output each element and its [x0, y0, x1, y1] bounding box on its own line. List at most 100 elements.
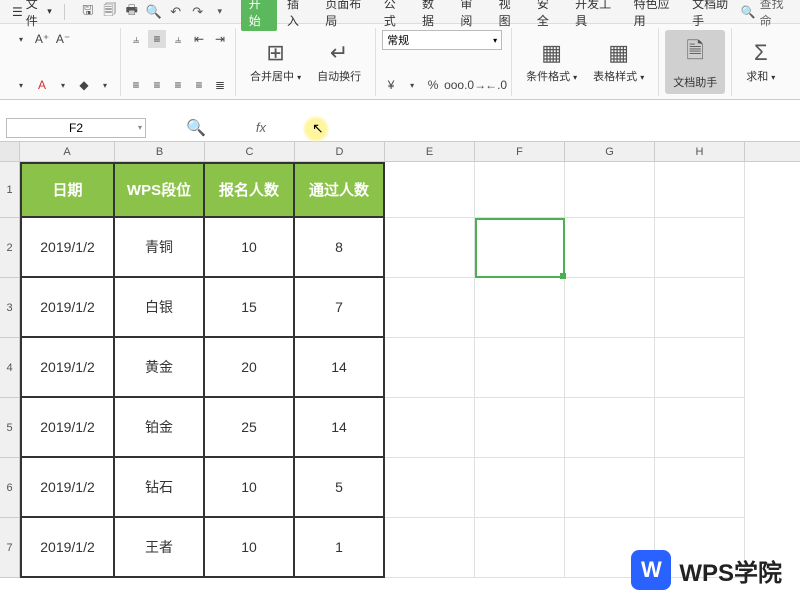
tab-page-layout[interactable]: 页面布局	[317, 0, 374, 31]
cell-pass[interactable]: 14	[295, 398, 385, 458]
cells-area[interactable]: 日期 WPS段位 报名人数 通过人数 2019/1/2 青铜 10 8	[20, 162, 745, 578]
cell-date[interactable]: 2019/1/2	[20, 278, 115, 338]
cell[interactable]	[475, 278, 565, 338]
tab-review[interactable]: 审阅	[452, 0, 488, 31]
cell-pass[interactable]: 7	[295, 278, 385, 338]
cell[interactable]	[565, 458, 655, 518]
wrap-text-button[interactable]: ↵ 自动换行	[309, 40, 369, 84]
conditional-format-button[interactable]: ▦ 条件格式 ▾	[518, 40, 585, 84]
undo-button[interactable]: ↶	[165, 2, 187, 22]
cell-reference-box[interactable]: F2 ▾	[6, 118, 146, 138]
col-header-d[interactable]: D	[295, 142, 385, 161]
col-header-g[interactable]: G	[565, 142, 655, 161]
col-header-e[interactable]: E	[385, 142, 475, 161]
cell-rank[interactable]: 白银	[115, 278, 205, 338]
search-area[interactable]: 🔍 查找命	[741, 0, 796, 29]
header-rank[interactable]: WPS段位	[115, 162, 205, 218]
col-header-b[interactable]: B	[115, 142, 205, 161]
tab-start[interactable]: 开始	[241, 0, 277, 31]
row-header-7[interactable]: 7	[0, 518, 20, 578]
cell[interactable]	[655, 398, 745, 458]
distribute-button[interactable]: ≣	[211, 76, 229, 94]
decrease-font-button[interactable]: A⁻	[54, 30, 72, 48]
row-header-3[interactable]: 3	[0, 278, 20, 338]
cell[interactable]	[385, 458, 475, 518]
col-header-f[interactable]: F	[475, 142, 565, 161]
decrease-indent-button[interactable]: ⇤	[190, 30, 208, 48]
cell-signup[interactable]: 20	[205, 338, 295, 398]
cell-rank[interactable]: 王者	[115, 518, 205, 578]
dropdown-icon[interactable]: ▾	[54, 76, 72, 94]
cell[interactable]	[475, 518, 565, 578]
cell[interactable]	[655, 218, 745, 278]
tab-view[interactable]: 视图	[491, 0, 527, 31]
select-all-corner[interactable]	[0, 142, 20, 161]
cell-date[interactable]: 2019/1/2	[20, 518, 115, 578]
number-format-select[interactable]: 常规 ▾	[382, 30, 502, 50]
save-button[interactable]: 🖫	[77, 2, 99, 22]
cell-pass[interactable]: 14	[295, 338, 385, 398]
align-bottom-button[interactable]: ⫨	[169, 30, 187, 48]
search-icon[interactable]: 🔍	[186, 118, 206, 138]
sum-button[interactable]: Σ 求和 ▾	[738, 40, 783, 84]
row-header-2[interactable]: 2	[0, 218, 20, 278]
cell-rank[interactable]: 铂金	[115, 398, 205, 458]
cell-rank[interactable]: 黄金	[115, 338, 205, 398]
dropdown-icon[interactable]: ▾	[96, 76, 114, 94]
tab-insert[interactable]: 插入	[279, 0, 315, 31]
col-header-a[interactable]: A	[20, 142, 115, 161]
doc-helper-button[interactable]: 🗎 文档助手	[665, 30, 725, 94]
cell[interactable]	[655, 338, 745, 398]
fx-icon[interactable]: fx	[256, 120, 266, 135]
print-button[interactable]: 🖶	[121, 2, 143, 22]
formula-input[interactable]	[282, 118, 794, 138]
cell[interactable]	[385, 278, 475, 338]
cell-signup[interactable]: 10	[205, 518, 295, 578]
cell[interactable]	[475, 338, 565, 398]
cell[interactable]	[385, 398, 475, 458]
save-as-button[interactable]: 🗐	[99, 2, 121, 22]
comma-button[interactable]: ooo	[445, 76, 463, 94]
cell[interactable]	[475, 398, 565, 458]
dropdown-icon[interactable]: ▾	[12, 30, 30, 48]
cell[interactable]	[655, 278, 745, 338]
cell[interactable]	[565, 338, 655, 398]
cell-date[interactable]: 2019/1/2	[20, 218, 115, 278]
cell[interactable]	[565, 278, 655, 338]
increase-decimal-button[interactable]: .0→	[466, 76, 484, 94]
cell-pass[interactable]: 1	[295, 518, 385, 578]
cell[interactable]	[565, 218, 655, 278]
tab-data[interactable]: 数据	[414, 0, 450, 31]
font-color-button[interactable]: A	[33, 76, 51, 94]
cell-f2[interactable]	[475, 218, 565, 278]
cell[interactable]	[385, 218, 475, 278]
header-date[interactable]: 日期	[20, 162, 115, 218]
file-menu[interactable]: ☰ 文件 ▾	[4, 0, 60, 29]
cell[interactable]	[385, 162, 475, 218]
cell[interactable]	[655, 458, 745, 518]
cell[interactable]	[565, 398, 655, 458]
cell[interactable]	[565, 162, 655, 218]
cell-signup[interactable]: 10	[205, 458, 295, 518]
header-signup[interactable]: 报名人数	[205, 162, 295, 218]
cell-date[interactable]: 2019/1/2	[20, 458, 115, 518]
merge-center-button[interactable]: ⊞ 合并居中 ▾	[242, 40, 309, 84]
cell-pass[interactable]: 8	[295, 218, 385, 278]
cell-signup[interactable]: 25	[205, 398, 295, 458]
cell[interactable]	[475, 162, 565, 218]
increase-indent-button[interactable]: ⇥	[211, 30, 229, 48]
align-left-button[interactable]: ≡	[127, 76, 145, 94]
dropdown-icon[interactable]: ▾	[12, 76, 30, 94]
cell[interactable]	[655, 162, 745, 218]
cell-signup[interactable]: 15	[205, 278, 295, 338]
header-pass[interactable]: 通过人数	[295, 162, 385, 218]
col-header-c[interactable]: C	[205, 142, 295, 161]
cell-rank[interactable]: 青铜	[115, 218, 205, 278]
cell-pass[interactable]: 5	[295, 458, 385, 518]
row-header-5[interactable]: 5	[0, 398, 20, 458]
tab-doc-helper[interactable]: 文档助手	[684, 0, 741, 31]
tab-special[interactable]: 特色应用	[626, 0, 683, 31]
align-right-button[interactable]: ≡	[169, 76, 187, 94]
justify-button[interactable]: ≡	[190, 76, 208, 94]
align-top-button[interactable]: ⫨	[127, 30, 145, 48]
